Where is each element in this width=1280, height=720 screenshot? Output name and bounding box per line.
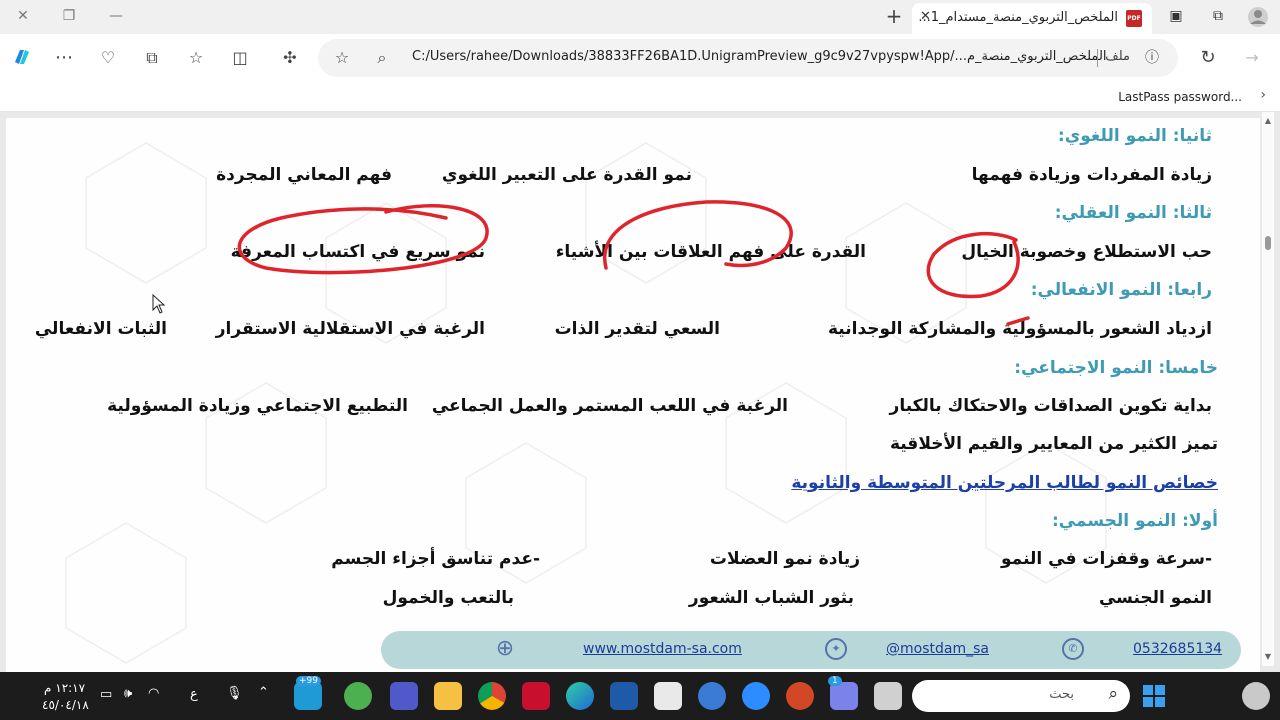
window-close-icon[interactable]: ✕ bbox=[11, 6, 35, 26]
bookmark-lastpass[interactable]: LastPass password... bbox=[1118, 90, 1242, 104]
chrome-profile-app-icon[interactable] bbox=[344, 682, 372, 710]
pdf-icon: PDF bbox=[1126, 10, 1142, 27]
zoom-app-icon[interactable] bbox=[742, 682, 770, 710]
bookmarks-more-icon[interactable]: › bbox=[1260, 87, 1266, 103]
widgets-icon[interactable] bbox=[1242, 682, 1270, 710]
clock-time[interactable]: ١٢:١٧ م bbox=[44, 681, 85, 695]
ink-circle-imagination bbox=[926, 231, 1020, 299]
ink-circle-knowledge bbox=[237, 204, 489, 275]
window-restore-icon[interactable]: ❐ bbox=[57, 6, 81, 26]
start-button-icon[interactable] bbox=[1142, 684, 1166, 708]
ink-circle-relations bbox=[602, 200, 793, 270]
refresh-icon[interactable]: ↻ bbox=[1196, 46, 1220, 70]
clock-date[interactable]: ٤٥/٠٤/١٨ bbox=[42, 698, 89, 712]
powerpoint-app-icon[interactable] bbox=[786, 682, 814, 710]
chat-app-icon[interactable]: 1 bbox=[828, 676, 858, 710]
search-icon: ⌕ bbox=[1108, 684, 1118, 704]
address-bar[interactable]: ☆ ⌕ C:/Users/rahee/Downloads/38833FF26BA… bbox=[318, 39, 1178, 77]
notification-badge: 1 bbox=[828, 676, 842, 686]
hp-app-icon[interactable] bbox=[610, 682, 638, 710]
profile-avatar-icon[interactable] bbox=[1246, 6, 1270, 27]
ink-annotations bbox=[237, 200, 1030, 326]
tab-title: الملخص_التربوي_منصة_مستدام_1... bbox=[918, 10, 1118, 25]
wifi-icon[interactable]: ◠ bbox=[148, 686, 159, 701]
edge-app-icon[interactable] bbox=[566, 682, 594, 710]
volume-icon[interactable]: 🕪 bbox=[124, 686, 132, 701]
pdf-viewer: ثانيا: النمو اللغوي: زيادة المفردات وزيا… bbox=[0, 112, 1280, 672]
favorites-icon[interactable]: ☆ bbox=[184, 46, 208, 70]
battery-icon[interactable]: ▭ bbox=[100, 687, 112, 702]
phone-icon: ✆ bbox=[1062, 638, 1084, 660]
collections-icon[interactable]: ⧉ bbox=[140, 46, 164, 70]
browser-essentials-icon[interactable]: ♡ bbox=[96, 46, 120, 70]
forward-icon[interactable]: → bbox=[1240, 46, 1264, 70]
pdf-page: ثانيا: النمو اللغوي: زيادة المفردات وزيا… bbox=[6, 118, 1260, 672]
windows-taskbar: ١٢:١٧ م ٤٥/٠٤/١٨ ▭ 🕪 ◠ ع 🎙 ⌃ +99 1 بحث ⌕ bbox=[0, 672, 1280, 720]
extensions-icon[interactable]: ✣ bbox=[278, 46, 302, 70]
copilot-icon[interactable] bbox=[10, 46, 34, 70]
task-view-icon[interactable] bbox=[874, 682, 902, 710]
store-app-icon[interactable] bbox=[654, 682, 682, 710]
file-explorer-icon[interactable] bbox=[434, 682, 462, 710]
address-divider bbox=[1097, 49, 1098, 67]
chrome-app-icon[interactable] bbox=[478, 682, 506, 710]
scroll-down-icon[interactable]: ▼ bbox=[1263, 652, 1273, 661]
taskbar-search[interactable]: بحث ⌕ bbox=[912, 680, 1130, 712]
workspaces-icon[interactable]: ⧉ bbox=[1206, 6, 1230, 26]
help-app-icon[interactable] bbox=[698, 682, 726, 710]
vertical-scrollbar[interactable]: ▲ ▼ bbox=[1262, 112, 1274, 666]
more-menu-icon[interactable]: ⋯ bbox=[52, 46, 76, 70]
ink-stroke-responsibility bbox=[1006, 316, 1030, 326]
mcafee-app-icon[interactable] bbox=[522, 682, 550, 710]
new-tab-icon[interactable]: + bbox=[882, 6, 906, 26]
tray-overflow-icon[interactable]: ⌃ bbox=[258, 685, 269, 700]
file-label: ملف bbox=[1105, 49, 1130, 64]
window-minimize-icon[interactable]: — bbox=[104, 6, 128, 26]
twitter-icon: ✦ bbox=[825, 638, 847, 660]
url-text[interactable]: C:/Users/rahee/Downloads/38833FF26BA1D.U… bbox=[412, 49, 1107, 64]
bookmarks-bar: LastPass password... › bbox=[0, 82, 1280, 112]
tab-active[interactable]: ✕ الملخص_التربوي_منصة_مستدام_1... PDF bbox=[912, 3, 1152, 34]
split-screen-icon[interactable]: ◫ bbox=[228, 46, 252, 70]
input-language[interactable]: ع bbox=[190, 687, 198, 702]
add-favorite-icon[interactable]: ☆ bbox=[330, 46, 354, 70]
globe-icon: ⊕ bbox=[495, 636, 515, 661]
microphone-icon[interactable]: 🎙 bbox=[226, 686, 243, 701]
scroll-thumb[interactable] bbox=[1265, 236, 1271, 250]
teams-app-icon[interactable] bbox=[390, 682, 418, 710]
tab-actions-icon[interactable]: ▣ bbox=[1164, 6, 1188, 26]
phone-link[interactable]: 0532685134 bbox=[1133, 641, 1222, 657]
website-link[interactable]: www.mostdam-sa.com bbox=[583, 641, 742, 657]
zoom-icon[interactable]: ⌕ bbox=[370, 46, 394, 70]
contact-banner: ⊕ www.mostdam-sa.com ✦ @mostdam_sa ✆ 053… bbox=[381, 631, 1241, 669]
scroll-up-icon[interactable]: ▲ bbox=[1263, 116, 1273, 125]
search-placeholder: بحث bbox=[1049, 687, 1074, 702]
browser-tab-bar: ✕ ❐ — + ✕ الملخص_التربوي_منصة_مستدام_1..… bbox=[0, 0, 1280, 34]
telegram-app-icon[interactable]: +99 bbox=[294, 676, 322, 710]
twitter-link[interactable]: @mostdam_sa bbox=[886, 641, 989, 657]
browser-toolbar: ⋯ ♡ ⧉ ☆ ◫ ✣ ☆ ⌕ C:/Users/rahee/Downloads… bbox=[0, 34, 1280, 82]
info-icon[interactable]: ⓘ bbox=[1140, 46, 1164, 70]
notification-badge: +99 bbox=[296, 676, 321, 686]
mouse-cursor bbox=[152, 294, 166, 314]
